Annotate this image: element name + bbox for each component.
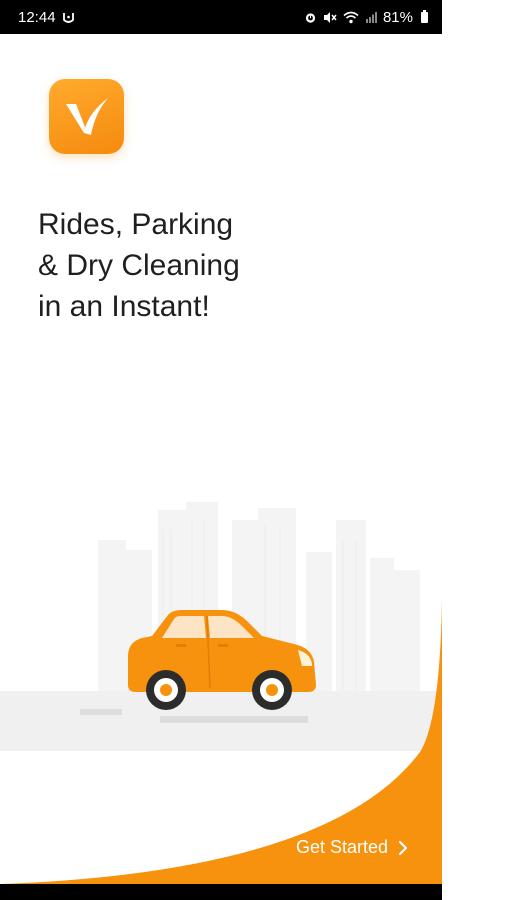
notification-icon xyxy=(62,11,75,24)
road-marking-1 xyxy=(80,709,122,715)
status-bar: 12:44 81% xyxy=(0,0,442,34)
headline-line-3: in an Instant! xyxy=(38,290,210,323)
v-check-logo-icon xyxy=(65,97,108,135)
car-shadow xyxy=(160,716,308,723)
status-left: 12:44 xyxy=(18,9,75,26)
alarm-icon xyxy=(304,11,317,24)
battery-percent: 81% xyxy=(382,8,413,26)
headline-line-2: & Dry Cleaning xyxy=(38,249,240,282)
chevron-right-icon xyxy=(398,840,408,855)
app-screen: 12:44 81% Rides, Parking & Dry Cleaning … xyxy=(0,0,442,900)
mute-icon xyxy=(323,11,337,24)
battery-icon xyxy=(421,9,428,23)
headline-line-1: Rides, Parking xyxy=(38,208,234,241)
app-logo xyxy=(49,79,124,154)
signal-icon xyxy=(365,11,377,23)
navigation-bar xyxy=(0,884,442,900)
status-time: 12:44 xyxy=(18,8,56,26)
headline: Rides, Parking & Dry Cleaning in an Inst… xyxy=(38,204,240,327)
wifi-icon xyxy=(343,11,359,24)
get-started-label: Get Started xyxy=(296,837,389,857)
status-right: 81% xyxy=(304,9,428,26)
get-started-button[interactable]: Get Started xyxy=(296,837,408,858)
